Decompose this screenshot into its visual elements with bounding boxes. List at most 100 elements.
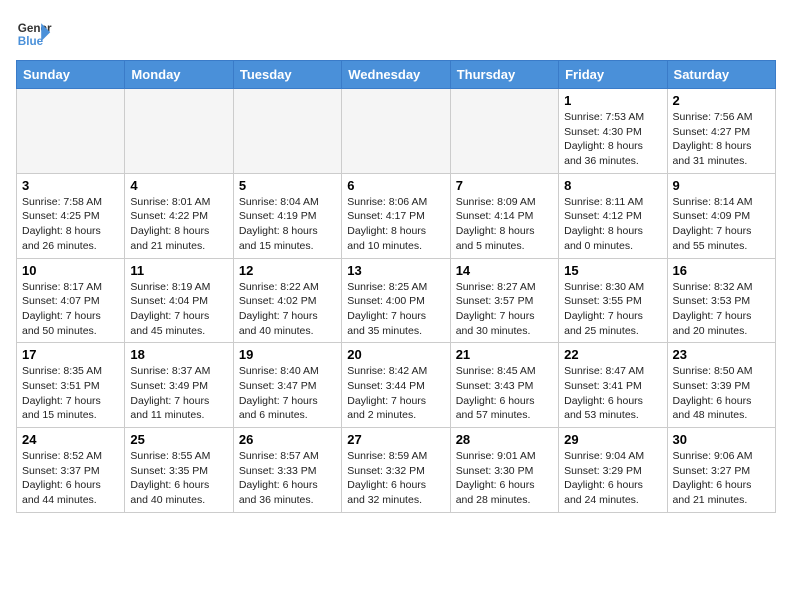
- calendar-cell: 11Sunrise: 8:19 AM Sunset: 4:04 PM Dayli…: [125, 258, 233, 343]
- cell-day-number: 9: [673, 178, 770, 193]
- day-header-thursday: Thursday: [450, 61, 558, 89]
- calendar-week-1: 1 Sunrise: 7:53 AM Sunset: 4:30 PM Daylig…: [17, 89, 776, 174]
- cell-day-number: 30: [673, 432, 770, 447]
- calendar-cell: 28Sunrise: 9:01 AM Sunset: 3:30 PM Dayli…: [450, 428, 558, 513]
- cell-day-number: 2: [673, 93, 770, 108]
- calendar-cell: 30 Sunrise: 9:06 AM Sunset: 3:27 PM Dayli…: [667, 428, 775, 513]
- cell-info: Sunrise: 8:06 AM Sunset: 4:17 PM Dayligh…: [347, 195, 444, 254]
- cell-info: Sunrise: 8:17 AM Sunset: 4:07 PM Dayligh…: [22, 280, 119, 339]
- cell-day-number: 20: [347, 347, 444, 362]
- cell-day-number: 21: [456, 347, 553, 362]
- calendar-cell: [233, 89, 341, 174]
- calendar-cell: 17 Sunrise: 8:35 AM Sunset: 3:51 PM Dayli…: [17, 343, 125, 428]
- day-header-monday: Monday: [125, 61, 233, 89]
- cell-info: Sunrise: 8:47 AM Sunset: 3:41 PM Dayligh…: [564, 364, 661, 423]
- cell-info: Sunrise: 8:11 AM Sunset: 4:12 PM Dayligh…: [564, 195, 661, 254]
- calendar-cell: [125, 89, 233, 174]
- calendar-week-5: 24 Sunrise: 8:52 AM Sunset: 3:37 PM Dayli…: [17, 428, 776, 513]
- calendar-cell: 23 Sunrise: 8:50 AM Sunset: 3:39 PM Dayli…: [667, 343, 775, 428]
- calendar-cell: 7Sunrise: 8:09 AM Sunset: 4:14 PM Daylig…: [450, 173, 558, 258]
- calendar-cell: 9 Sunrise: 8:14 AM Sunset: 4:09 PM Daylig…: [667, 173, 775, 258]
- calendar-cell: 16 Sunrise: 8:32 AM Sunset: 3:53 PM Dayli…: [667, 258, 775, 343]
- logo: General Blue: [16, 16, 52, 52]
- calendar-cell: 8 Sunrise: 8:11 AM Sunset: 4:12 PM Daylig…: [559, 173, 667, 258]
- cell-day-number: 27: [347, 432, 444, 447]
- cell-info: Sunrise: 8:59 AM Sunset: 3:32 PM Dayligh…: [347, 449, 444, 508]
- calendar-cell: 12Sunrise: 8:22 AM Sunset: 4:02 PM Dayli…: [233, 258, 341, 343]
- day-header-sunday: Sunday: [17, 61, 125, 89]
- calendar-cell: 5 Sunrise: 8:04 AM Sunset: 4:19 PM Daylig…: [233, 173, 341, 258]
- cell-info: Sunrise: 7:53 AM Sunset: 4:30 PM Dayligh…: [564, 110, 661, 169]
- cell-day-number: 23: [673, 347, 770, 362]
- calendar-cell: 13 Sunrise: 8:25 AM Sunset: 4:00 PM Dayli…: [342, 258, 450, 343]
- cell-day-number: 10: [22, 263, 119, 278]
- header: General Blue: [16, 16, 776, 52]
- calendar-cell: [450, 89, 558, 174]
- cell-day-number: 17: [22, 347, 119, 362]
- calendar-cell: [342, 89, 450, 174]
- calendar-cell: 14 Sunrise: 8:27 AM Sunset: 3:57 PM Dayli…: [450, 258, 558, 343]
- cell-day-number: 4: [130, 178, 227, 193]
- calendar-cell: 22Sunrise: 8:47 AM Sunset: 3:41 PM Dayli…: [559, 343, 667, 428]
- cell-info: Sunrise: 8:14 AM Sunset: 4:09 PM Dayligh…: [673, 195, 770, 254]
- calendar-cell: 29Sunrise: 9:04 AM Sunset: 3:29 PM Dayli…: [559, 428, 667, 513]
- cell-info: Sunrise: 8:37 AM Sunset: 3:49 PM Dayligh…: [130, 364, 227, 423]
- cell-day-number: 16: [673, 263, 770, 278]
- logo-icon: General Blue: [16, 16, 52, 52]
- calendar-cell: 2 Sunrise: 7:56 AM Sunset: 4:27 PM Daylig…: [667, 89, 775, 174]
- cell-info: Sunrise: 8:45 AM Sunset: 3:43 PM Dayligh…: [456, 364, 553, 423]
- cell-info: Sunrise: 7:58 AM Sunset: 4:25 PM Dayligh…: [22, 195, 119, 254]
- cell-info: Sunrise: 8:27 AM Sunset: 3:57 PM Dayligh…: [456, 280, 553, 339]
- cell-info: Sunrise: 8:50 AM Sunset: 3:39 PM Dayligh…: [673, 364, 770, 423]
- calendar-table: SundayMondayTuesdayWednesdayThursdayFrid…: [16, 60, 776, 513]
- cell-info: Sunrise: 7:56 AM Sunset: 4:27 PM Dayligh…: [673, 110, 770, 169]
- cell-day-number: 15: [564, 263, 661, 278]
- cell-info: Sunrise: 8:04 AM Sunset: 4:19 PM Dayligh…: [239, 195, 336, 254]
- calendar-week-2: 3 Sunrise: 7:58 AM Sunset: 4:25 PM Daylig…: [17, 173, 776, 258]
- cell-day-number: 5: [239, 178, 336, 193]
- cell-info: Sunrise: 8:35 AM Sunset: 3:51 PM Dayligh…: [22, 364, 119, 423]
- day-header-saturday: Saturday: [667, 61, 775, 89]
- cell-day-number: 1: [564, 93, 661, 108]
- cell-day-number: 14: [456, 263, 553, 278]
- calendar-cell: 3 Sunrise: 7:58 AM Sunset: 4:25 PM Daylig…: [17, 173, 125, 258]
- cell-info: Sunrise: 8:09 AM Sunset: 4:14 PM Dayligh…: [456, 195, 553, 254]
- calendar-cell: 27 Sunrise: 8:59 AM Sunset: 3:32 PM Dayli…: [342, 428, 450, 513]
- calendar-cell: 26Sunrise: 8:57 AM Sunset: 3:33 PM Dayli…: [233, 428, 341, 513]
- cell-day-number: 3: [22, 178, 119, 193]
- cell-day-number: 11: [130, 263, 227, 278]
- calendar-cell: 20 Sunrise: 8:42 AM Sunset: 3:44 PM Dayli…: [342, 343, 450, 428]
- cell-day-number: 6: [347, 178, 444, 193]
- calendar-header: SundayMondayTuesdayWednesdayThursdayFrid…: [17, 61, 776, 89]
- cell-info: Sunrise: 8:25 AM Sunset: 4:00 PM Dayligh…: [347, 280, 444, 339]
- cell-day-number: 24: [22, 432, 119, 447]
- calendar-cell: 1 Sunrise: 7:53 AM Sunset: 4:30 PM Daylig…: [559, 89, 667, 174]
- cell-day-number: 13: [347, 263, 444, 278]
- cell-day-number: 25: [130, 432, 227, 447]
- cell-day-number: 19: [239, 347, 336, 362]
- cell-info: Sunrise: 8:40 AM Sunset: 3:47 PM Dayligh…: [239, 364, 336, 423]
- cell-info: Sunrise: 8:55 AM Sunset: 3:35 PM Dayligh…: [130, 449, 227, 508]
- cell-info: Sunrise: 8:30 AM Sunset: 3:55 PM Dayligh…: [564, 280, 661, 339]
- calendar-cell: 18 Sunrise: 8:37 AM Sunset: 3:49 PM Dayli…: [125, 343, 233, 428]
- calendar-cell: 6 Sunrise: 8:06 AM Sunset: 4:17 PM Daylig…: [342, 173, 450, 258]
- cell-day-number: 28: [456, 432, 553, 447]
- day-header-tuesday: Tuesday: [233, 61, 341, 89]
- calendar-cell: [17, 89, 125, 174]
- cell-info: Sunrise: 8:01 AM Sunset: 4:22 PM Dayligh…: [130, 195, 227, 254]
- cell-info: Sunrise: 8:52 AM Sunset: 3:37 PM Dayligh…: [22, 449, 119, 508]
- calendar-cell: 24 Sunrise: 8:52 AM Sunset: 3:37 PM Dayli…: [17, 428, 125, 513]
- cell-info: Sunrise: 8:32 AM Sunset: 3:53 PM Dayligh…: [673, 280, 770, 339]
- cell-info: Sunrise: 8:42 AM Sunset: 3:44 PM Dayligh…: [347, 364, 444, 423]
- calendar-week-4: 17 Sunrise: 8:35 AM Sunset: 3:51 PM Dayli…: [17, 343, 776, 428]
- calendar-cell: 15 Sunrise: 8:30 AM Sunset: 3:55 PM Dayli…: [559, 258, 667, 343]
- calendar-cell: 21 Sunrise: 8:45 AM Sunset: 3:43 PM Dayli…: [450, 343, 558, 428]
- cell-day-number: 8: [564, 178, 661, 193]
- calendar-cell: 10 Sunrise: 8:17 AM Sunset: 4:07 PM Dayli…: [17, 258, 125, 343]
- cell-day-number: 12: [239, 263, 336, 278]
- cell-info: Sunrise: 8:57 AM Sunset: 3:33 PM Dayligh…: [239, 449, 336, 508]
- cell-day-number: 18: [130, 347, 227, 362]
- cell-info: Sunrise: 9:06 AM Sunset: 3:27 PM Dayligh…: [673, 449, 770, 508]
- calendar-cell: 25 Sunrise: 8:55 AM Sunset: 3:35 PM Dayli…: [125, 428, 233, 513]
- svg-text:Blue: Blue: [18, 35, 44, 48]
